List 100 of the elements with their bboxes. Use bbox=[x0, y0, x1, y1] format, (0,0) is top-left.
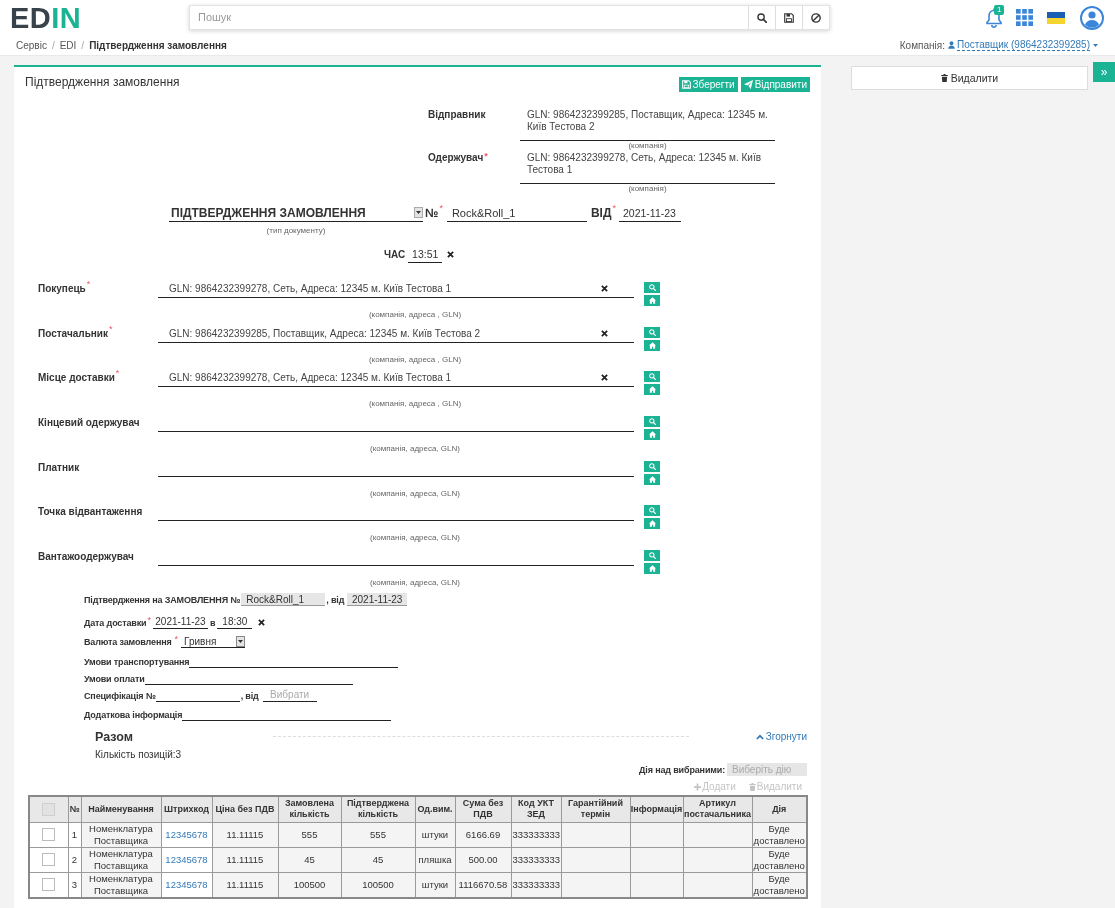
company-field[interactable]: GLN: 9864232399285, Поставщик, Адреса: 12345 м. Київ Тестова 2 bbox=[158, 324, 634, 343]
company-field[interactable]: GLN: 9864232399278, Сеть, Адреса: 12345 м. Київ Тестова 1 bbox=[158, 280, 634, 298]
company-field[interactable]: GLN: 9864232399278, Сеть, Адреса: 12345 м. Київ Тестова 1 bbox=[520, 151, 775, 184]
field-hint: (компанія, адреса, GLN) bbox=[369, 533, 461, 544]
field-label: Кінцевий одержувач bbox=[38, 416, 140, 431]
search-button[interactable] bbox=[748, 6, 775, 29]
field-hint: (компанія, адреса , GLN) bbox=[367, 399, 463, 410]
field-label: Постачальник bbox=[38, 326, 108, 341]
flag-icon[interactable] bbox=[1047, 11, 1065, 24]
number-label: № bbox=[425, 205, 439, 222]
currency-label: Валюта замовлення bbox=[84, 636, 172, 647]
date-field[interactable]: 2021-11-23 bbox=[619, 204, 681, 222]
breadcrumb-item[interactable]: Сервіс bbox=[16, 39, 47, 51]
table-cell: Номенклатура Поставщика bbox=[81, 822, 161, 848]
search-icon bbox=[648, 462, 656, 470]
barcode-link-cell[interactable]: 12345678 bbox=[161, 847, 212, 873]
positions-count: Кількість позицій:3 bbox=[95, 747, 183, 762]
close-icon[interactable] bbox=[601, 374, 608, 382]
required-mark: * bbox=[612, 204, 616, 213]
field-hint: (компанія) bbox=[627, 141, 668, 151]
caret-icon bbox=[414, 207, 423, 218]
field-label: Місце доставки bbox=[38, 371, 115, 386]
close-icon[interactable] bbox=[601, 329, 608, 337]
breadcrumb-item[interactable]: EDI bbox=[59, 39, 77, 51]
field-label: Специфікація № bbox=[84, 690, 156, 701]
home-button[interactable] bbox=[644, 473, 660, 485]
required-mark: * bbox=[484, 152, 488, 161]
breadcrumb-item: Підтвердження замовлення bbox=[89, 39, 227, 51]
column-header: Найменування bbox=[81, 795, 161, 823]
home-icon bbox=[648, 565, 656, 573]
search-icon bbox=[757, 12, 767, 23]
barcode-link-cell[interactable]: 12345678 bbox=[161, 822, 212, 848]
number-field[interactable]: Rock&Roll_1 bbox=[446, 204, 587, 222]
home-icon bbox=[648, 341, 656, 349]
column-header: Код УКТ ЗЕД bbox=[511, 795, 561, 823]
field-label: Покупець bbox=[38, 282, 86, 296]
field-hint: (компанія) bbox=[627, 184, 668, 194]
field-label: Вантажоодержувач bbox=[38, 550, 134, 565]
close-icon[interactable] bbox=[447, 251, 455, 258]
field-hint: (компанія, адреса, GLN) bbox=[369, 444, 461, 455]
close-icon[interactable] bbox=[258, 619, 266, 627]
field-label: Додаткова інформація bbox=[84, 709, 183, 720]
notification-badge: 1 bbox=[994, 4, 1005, 15]
table-cell: 1 bbox=[68, 822, 81, 848]
company-field[interactable]: GLN: 9864232399285, Поставщик, Адреса: 12345 м. Київ Тестова 2 bbox=[520, 108, 775, 141]
column-header: Артикул постачальника bbox=[683, 795, 752, 823]
company-label: Компанія: bbox=[899, 39, 945, 51]
field-label: Умови транспортування bbox=[84, 656, 190, 667]
apps-grid-icon[interactable] bbox=[1016, 9, 1033, 26]
breadcrumb-separator: / bbox=[51, 39, 55, 51]
home-button[interactable] bbox=[644, 518, 660, 530]
home-button[interactable] bbox=[644, 384, 660, 396]
field-label: Умови оплати bbox=[84, 673, 145, 684]
field-hint: (тип документу) bbox=[265, 226, 327, 236]
row-checkbox[interactable] bbox=[42, 853, 56, 867]
section-title: Разом bbox=[95, 729, 134, 744]
company-field[interactable]: GLN: 9864232399278, Сеть, Адреса: 12345 м. Київ Тестова 1 bbox=[158, 369, 634, 388]
select-all-checkbox[interactable] bbox=[42, 802, 56, 816]
required-mark: * bbox=[86, 280, 91, 289]
home-button[interactable] bbox=[644, 295, 660, 306]
person-icon bbox=[947, 41, 955, 49]
avatar-icon[interactable] bbox=[1080, 5, 1104, 30]
home-icon bbox=[648, 520, 656, 528]
delivery-time-field[interactable]: 18:30 bbox=[217, 616, 253, 630]
logo[interactable]: EDIN bbox=[10, 4, 80, 31]
caret-icon[interactable] bbox=[1093, 43, 1098, 47]
column-header: Гарантійний термін bbox=[561, 795, 630, 823]
date-label: ВІД bbox=[590, 205, 612, 222]
delete-button[interactable]: Видалити bbox=[851, 66, 1088, 90]
home-button[interactable] bbox=[644, 429, 660, 441]
document-type-select[interactable]: ПІДТВЕРДЖЕННЯ ЗАМОВЛЕННЯ bbox=[169, 204, 423, 222]
table-cell: 2 bbox=[68, 847, 81, 873]
search-icon bbox=[648, 418, 656, 426]
search-icon bbox=[648, 373, 656, 381]
clear-search-button[interactable] bbox=[802, 6, 829, 29]
close-icon[interactable] bbox=[601, 285, 608, 292]
delivery-date-field[interactable]: 2021-11-23 bbox=[153, 616, 208, 630]
home-button[interactable] bbox=[644, 339, 660, 351]
trash-icon bbox=[748, 782, 756, 791]
search-icon bbox=[648, 552, 656, 560]
field-label: Платник bbox=[38, 460, 80, 475]
home-icon bbox=[648, 475, 656, 483]
bell-icon[interactable] bbox=[985, 7, 1003, 28]
collapse-link[interactable]: Згорнути bbox=[755, 731, 807, 743]
search-icon bbox=[648, 507, 656, 515]
row-checkbox[interactable] bbox=[42, 828, 56, 842]
required-mark: * bbox=[174, 634, 179, 644]
row-checkbox[interactable] bbox=[42, 878, 56, 892]
save-search-button[interactable] bbox=[775, 6, 802, 29]
trash-icon bbox=[940, 74, 948, 82]
time-field[interactable]: 13:51 bbox=[408, 246, 443, 263]
breadcrumb-separator: / bbox=[81, 39, 85, 51]
company-link[interactable]: Поставщик (9864232399285) bbox=[956, 39, 1090, 51]
table-cell: Номенклатура Поставщика bbox=[81, 847, 161, 873]
field-label: Одержувач bbox=[428, 152, 484, 164]
currency-select[interactable]: Гривня bbox=[181, 635, 246, 649]
field-hint: (компанія, адреса , GLN) bbox=[367, 354, 463, 365]
table-cell: 100500 bbox=[341, 872, 415, 898]
home-button[interactable] bbox=[644, 563, 660, 575]
floppy-icon bbox=[784, 12, 794, 23]
